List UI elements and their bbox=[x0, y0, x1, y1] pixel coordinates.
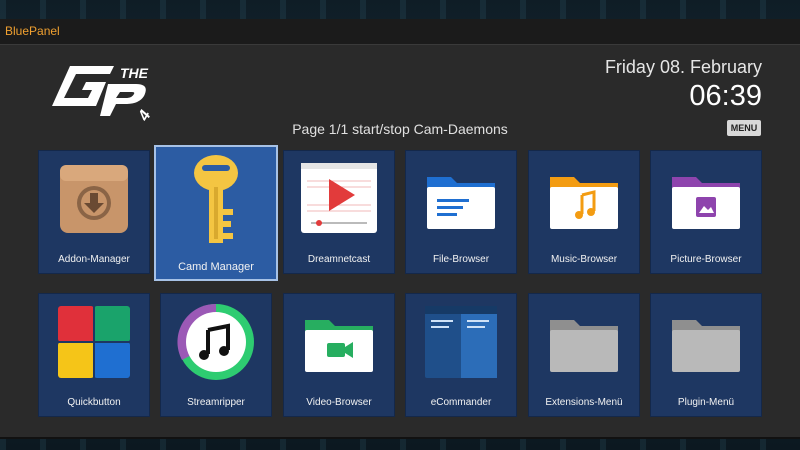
clock-display: 06:39 bbox=[689, 80, 762, 112]
tile-label: Addon-Manager bbox=[58, 254, 130, 265]
folder-grey-icon bbox=[529, 302, 639, 392]
tile-label: Quickbutton bbox=[67, 397, 121, 408]
tile-label: Extensions-Menü bbox=[545, 397, 623, 408]
menu-button[interactable]: MENU bbox=[727, 120, 761, 136]
folder-document-icon bbox=[406, 159, 516, 249]
quad-grid-icon bbox=[39, 302, 149, 392]
tile-label: Camd Manager bbox=[178, 261, 254, 273]
folder-video-icon bbox=[284, 302, 394, 392]
tile-label: Picture-Browser bbox=[670, 254, 742, 265]
tile-dreamnetcast[interactable]: Dreamnetcast bbox=[283, 150, 395, 274]
package-icon bbox=[39, 159, 149, 249]
page-subtitle: Page 1/1 start/stop Cam-Daemons bbox=[292, 121, 508, 137]
tile-camd-manager[interactable]: Camd Manager bbox=[154, 145, 278, 281]
key-icon bbox=[156, 151, 276, 243]
tile-label: Music-Browser bbox=[550, 254, 618, 265]
tile-extensions-menu[interactable]: Extensions-Menü bbox=[528, 293, 640, 417]
dual-pane-icon bbox=[406, 302, 516, 392]
tile-label: Plugin-Menü bbox=[677, 397, 735, 408]
tile-ecommander[interactable]: eCommander bbox=[405, 293, 517, 417]
tile-label: Dreamnetcast bbox=[307, 254, 371, 265]
svg-text:THE: THE bbox=[120, 65, 149, 81]
music-note-icon bbox=[161, 302, 271, 392]
folder-music-icon bbox=[529, 159, 639, 249]
tile-label: File-Browser bbox=[432, 254, 490, 265]
window-title: BluePanel bbox=[5, 24, 60, 38]
tile-addon-manager[interactable]: Addon-Manager bbox=[38, 150, 150, 274]
folder-image-icon bbox=[651, 159, 761, 249]
tile-video-browser[interactable]: Video-Browser bbox=[283, 293, 395, 417]
title-bar: BluePanel bbox=[0, 19, 800, 45]
gp4-logo: THE 4 bbox=[42, 58, 162, 125]
tile-picture-browser[interactable]: Picture-Browser bbox=[650, 150, 762, 274]
tile-streamripper[interactable]: Streamripper bbox=[160, 293, 272, 417]
tile-quickbutton[interactable]: Quickbutton bbox=[38, 293, 150, 417]
folder-grey-icon bbox=[651, 302, 761, 392]
tile-label: Video-Browser bbox=[306, 397, 372, 408]
tile-label: Streamripper bbox=[187, 397, 245, 408]
date-display: Friday 08. February bbox=[604, 57, 762, 77]
svg-text:4: 4 bbox=[135, 108, 155, 122]
tile-music-browser[interactable]: Music-Browser bbox=[528, 150, 640, 274]
tile-plugin-menu[interactable]: Plugin-Menü bbox=[650, 293, 762, 417]
tile-file-browser[interactable]: File-Browser bbox=[405, 150, 517, 274]
play-video-icon bbox=[284, 159, 394, 249]
tile-label: eCommander bbox=[430, 397, 492, 408]
